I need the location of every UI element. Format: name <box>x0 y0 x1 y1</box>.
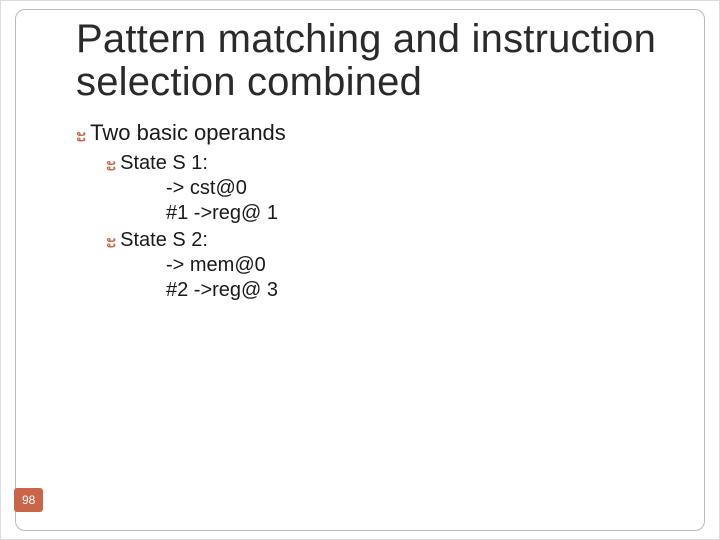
slide-frame: Pattern matching and instruction selecti… <box>15 9 705 531</box>
bullet-text: State S 1: <box>120 152 208 175</box>
bullet-icon: ະ <box>106 155 116 175</box>
bullet-text: Two basic operands <box>90 120 286 146</box>
bullet-level-2: ະ State S 2: <box>106 229 674 252</box>
bullet-level-1: ະ Two basic operands <box>76 120 674 146</box>
page-number-badge: 98 <box>14 488 43 512</box>
bullet-level-2: ະ State S 1: <box>106 152 674 175</box>
bullet-icon: ະ <box>76 126 86 146</box>
bullet-icon: ະ <box>106 232 116 252</box>
slide-body: ະ Two basic operands ະ State S 1: -> cst… <box>76 120 674 302</box>
slide-title: Pattern matching and instruction selecti… <box>76 18 680 104</box>
bullet-level-3: #1 ->reg@ 1 <box>166 202 674 225</box>
bullet-level-3: -> mem@0 <box>166 254 674 277</box>
bullet-text: State S 2: <box>120 229 208 252</box>
slide-container: Pattern matching and instruction selecti… <box>0 0 720 540</box>
bullet-level-3: -> cst@0 <box>166 177 674 200</box>
bullet-level-3: #2 ->reg@ 3 <box>166 279 674 302</box>
